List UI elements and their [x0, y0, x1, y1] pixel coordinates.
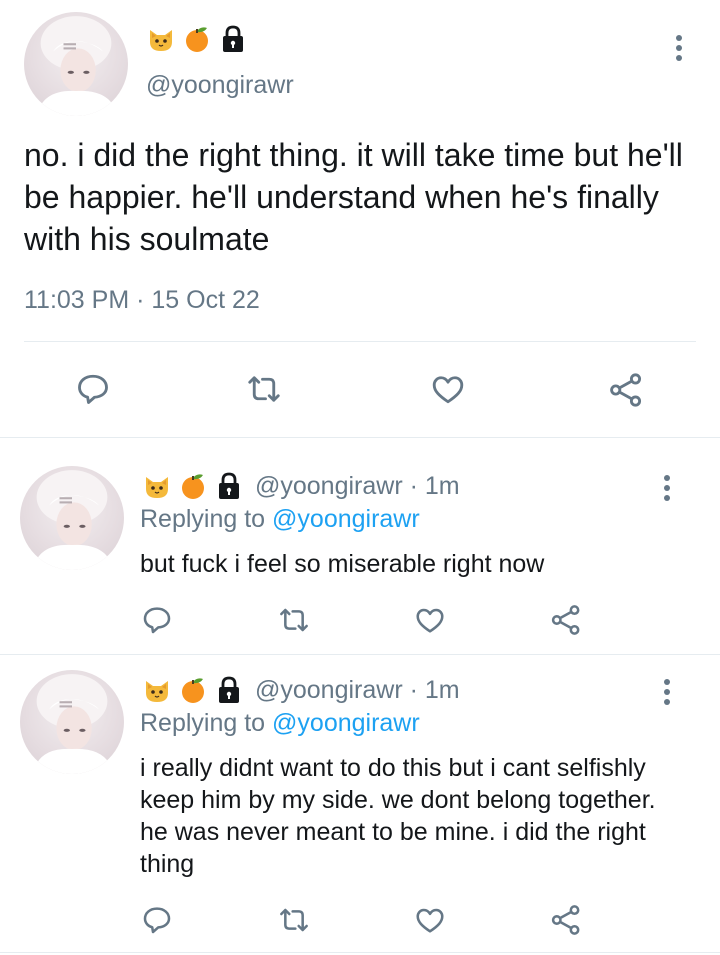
avatar[interactable] — [20, 670, 124, 774]
replying-to-label: Replying to — [140, 709, 266, 737]
author-handle[interactable]: @yoongirawr — [146, 71, 294, 100]
reply-time: · 1m — [409, 676, 460, 704]
reply-header: @yoongirawr · 1m — [255, 676, 460, 705]
avatar[interactable] — [20, 466, 124, 570]
replying-to: Replying to @yoongirawr — [140, 505, 420, 534]
share-icon[interactable] — [549, 603, 583, 637]
tweet-timestamp[interactable]: 11:03 PM · 15 Oct 22 — [24, 286, 260, 315]
retweet-icon[interactable] — [278, 604, 310, 636]
retweet-icon[interactable] — [278, 904, 310, 936]
bottom-divider — [0, 952, 720, 953]
tangerine-icon — [178, 471, 208, 501]
replying-to-label: Replying to — [140, 505, 266, 533]
lock-icon — [214, 471, 244, 501]
reply-icon[interactable] — [141, 604, 173, 636]
more-options-icon[interactable] — [674, 35, 684, 65]
like-icon[interactable] — [414, 904, 446, 936]
lock-icon — [218, 24, 248, 54]
cat-face-icon — [142, 675, 172, 705]
reply-text: but fuck i feel so miserable right now — [140, 550, 545, 578]
cat-face-icon — [146, 24, 176, 54]
tangerine-icon — [182, 24, 212, 54]
badge-row — [146, 24, 256, 54]
share-icon[interactable] — [607, 371, 645, 409]
reply-text: i really didnt want to do this but i can… — [140, 754, 656, 878]
badge-row — [142, 675, 248, 705]
cat-face-icon — [142, 471, 172, 501]
reply-divider — [0, 654, 720, 655]
like-icon[interactable] — [414, 604, 446, 636]
reply-header: @yoongirawr · 1m — [255, 472, 460, 501]
reply-time: · 1m — [409, 472, 460, 500]
reply-icon[interactable] — [141, 904, 173, 936]
more-options-icon[interactable] — [662, 475, 672, 505]
tweet-divider — [24, 341, 696, 342]
replying-to-handle[interactable]: @yoongirawr — [272, 709, 420, 737]
avatar[interactable] — [24, 12, 128, 116]
lock-icon — [214, 675, 244, 705]
badge-row — [142, 471, 248, 501]
like-icon[interactable] — [430, 371, 466, 407]
retweet-icon[interactable] — [246, 371, 282, 407]
more-options-icon[interactable] — [662, 679, 672, 709]
reply-icon[interactable] — [75, 371, 111, 407]
replying-to: Replying to @yoongirawr — [140, 709, 420, 738]
author-handle[interactable]: @yoongirawr — [255, 472, 403, 500]
replying-to-handle[interactable]: @yoongirawr — [272, 505, 420, 533]
author-handle[interactable]: @yoongirawr — [255, 676, 403, 704]
section-divider — [0, 437, 720, 438]
tangerine-icon — [178, 675, 208, 705]
share-icon[interactable] — [549, 903, 583, 937]
tweet-text: no. i did the right thing. it will take … — [24, 137, 683, 257]
